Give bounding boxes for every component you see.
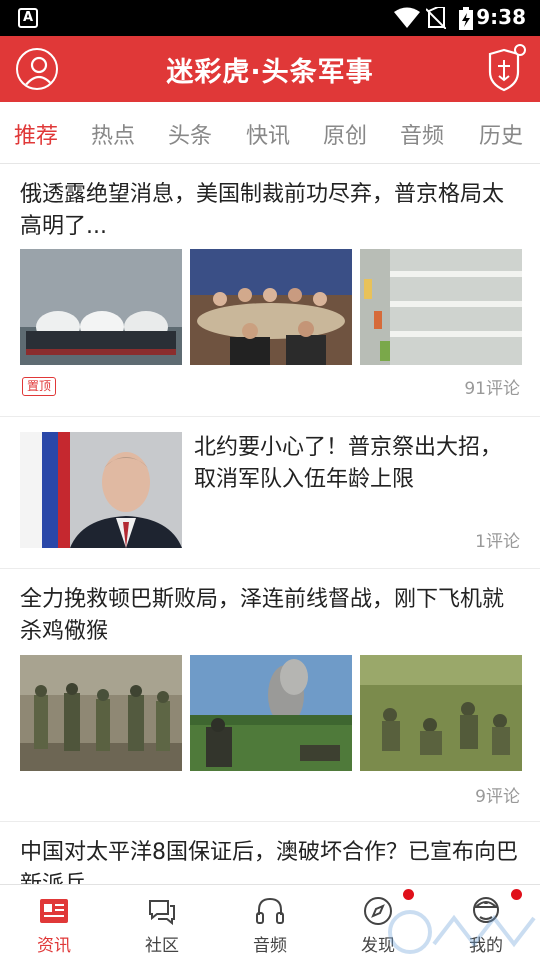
tab-hot[interactable]: 热点 xyxy=(91,118,135,150)
wifi-icon xyxy=(394,7,420,28)
article-title[interactable]: 中国对太平洋8国保证后，澳破坏合作？已宣布向巴新派兵 xyxy=(20,837,525,884)
nav-community[interactable]: 社区 xyxy=(108,885,216,961)
app-a-icon: A xyxy=(18,8,38,28)
news-icon xyxy=(40,899,68,923)
news-article[interactable]: 北约要小心了！普京祭出大招，取消军队入伍年龄上限 1评论 xyxy=(0,417,540,569)
article-image-meeting[interactable] xyxy=(190,249,352,365)
article-image-ship[interactable] xyxy=(20,249,182,365)
tab-history[interactable]: 历史 xyxy=(479,118,523,150)
tab-flash[interactable]: 快讯 xyxy=(246,118,290,150)
article-image-portrait[interactable] xyxy=(20,432,182,548)
app-title: 迷彩虎·头条军事 xyxy=(166,57,374,88)
article-title[interactable]: 俄透露绝望消息，美国制裁前功尽弃，普京格局太高明了... xyxy=(20,179,525,243)
comment-count: 9评论 xyxy=(475,787,520,807)
tab-headlines[interactable]: 头条 xyxy=(168,118,212,150)
news-article[interactable]: 俄透露绝望消息，美国制裁前功尽弃，普京格局太高明了... 置顶 91评论 xyxy=(0,164,540,417)
headphones-icon xyxy=(256,897,284,924)
article-image-soldiers-walking[interactable] xyxy=(20,655,182,771)
notification-dot xyxy=(511,889,522,900)
status-time: 9:38 xyxy=(476,5,526,29)
nav-audio[interactable]: 音频 xyxy=(216,885,324,961)
watermark-logo xyxy=(388,910,536,954)
nav-news-label: 资讯 xyxy=(37,936,71,956)
news-article[interactable]: 全力挽救顿巴斯败局，泽连前线督战，刚下飞机就杀鸡儆猴 9评论 xyxy=(0,569,540,822)
article-image-smoke[interactable] xyxy=(190,655,352,771)
no-sim-icon xyxy=(426,7,446,29)
notification-dot xyxy=(403,889,414,900)
tab-recommend[interactable]: 推荐 xyxy=(14,118,58,150)
app-header: 迷彩虎·头条军事 xyxy=(0,36,540,102)
article-image-shelves[interactable] xyxy=(360,249,522,365)
notification-dot xyxy=(514,44,526,56)
comment-count: 91评论 xyxy=(464,379,520,399)
tab-audio[interactable]: 音频 xyxy=(400,118,444,150)
tab-original[interactable]: 原创 xyxy=(323,118,367,150)
nav-community-label: 社区 xyxy=(145,936,179,956)
nav-audio-label: 音频 xyxy=(253,936,287,956)
shield-badge-button[interactable] xyxy=(484,44,526,92)
article-image-soldiers-resting[interactable] xyxy=(360,655,522,771)
nav-news[interactable]: 资讯 xyxy=(0,885,108,961)
comment-count: 1评论 xyxy=(475,532,520,552)
news-article[interactable]: 中国对太平洋8国保证后，澳破坏合作？已宣布向巴新派兵 xyxy=(0,822,540,884)
article-title[interactable]: 北约要小心了！普京祭出大招，取消军队入伍年龄上限 xyxy=(194,432,514,496)
battery-charging-icon xyxy=(459,7,473,30)
article-title[interactable]: 全力挽救顿巴斯败局，泽连前线督战，刚下飞机就杀鸡儆猴 xyxy=(20,584,525,648)
chat-bubbles-icon xyxy=(149,900,175,926)
news-feed[interactable]: 俄透露绝望消息，美国制裁前功尽弃，普京格局太高明了... 置顶 91评论 北约要… xyxy=(0,164,540,884)
status-bar: A 9:38 xyxy=(0,0,540,36)
category-tabs: 推荐 热点 头条 快讯 原创 音频 历史 xyxy=(0,102,540,164)
pinned-badge: 置顶 xyxy=(22,377,57,396)
